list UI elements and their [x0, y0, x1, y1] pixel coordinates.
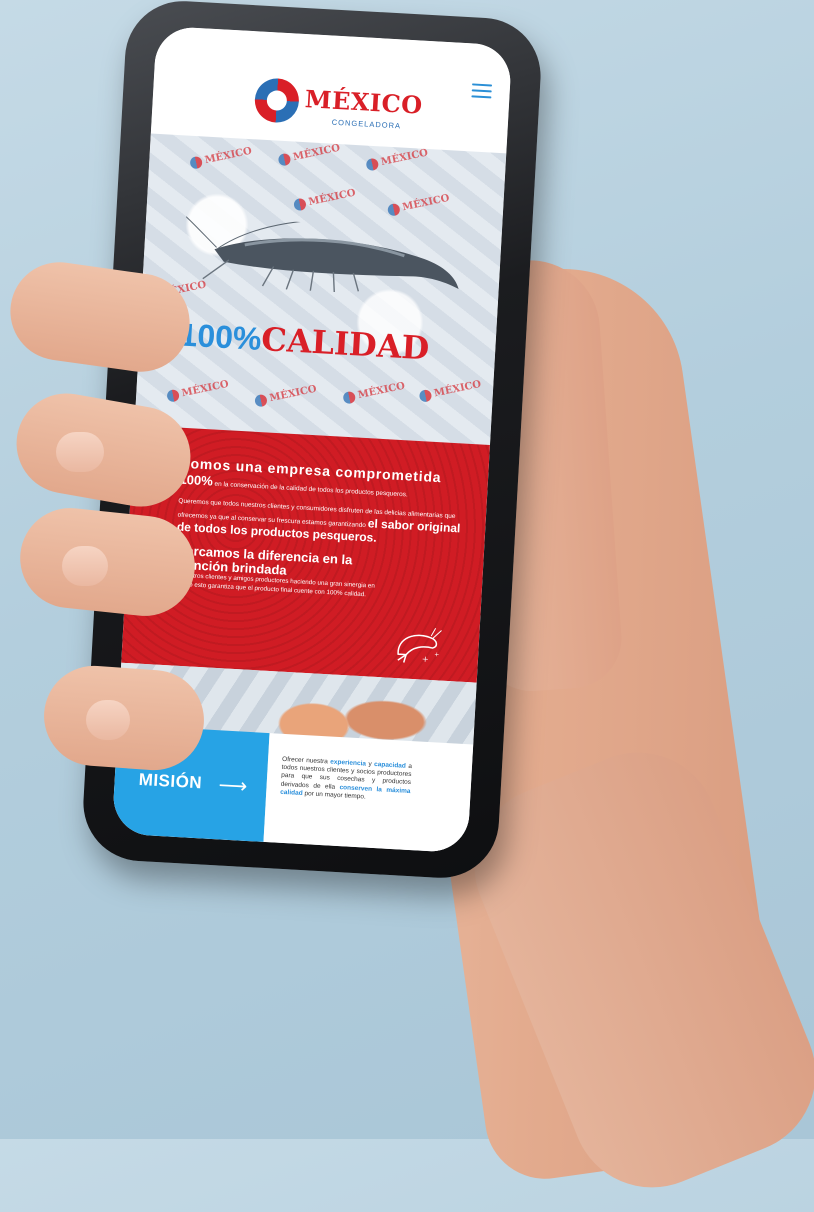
watermark-logo: MÉXICO [387, 192, 451, 217]
mission-text-box: Ofrecer nuestra experiencia y capacidad … [263, 733, 474, 854]
intro-paragraph: Queremos que todos nuestros clientes y c… [177, 497, 469, 550]
fingernail [56, 432, 104, 472]
shrimp-image [182, 215, 459, 293]
site-header: MÉXICO CONGELADORA [150, 25, 513, 154]
watermark-logo: MÉXICO [293, 187, 357, 212]
watermark-logo: MÉXICO [418, 378, 482, 403]
mission-highlight: capacidad [373, 760, 407, 770]
fingernail [86, 700, 130, 740]
watermark-logo: MÉXICO [342, 380, 406, 405]
watermark-logo: MÉXICO [365, 147, 429, 172]
hero-title-word: CALIDAD [260, 320, 431, 368]
watermark-logo: MÉXICO [254, 383, 318, 408]
logo-subtitle: CONGELADORA [331, 117, 402, 131]
mission-text: Ofrecer nuestra experiencia y capacidad … [280, 756, 412, 804]
logo[interactable]: MÉXICO CONGELADORA [253, 75, 426, 140]
arrow-right-icon: ⟶ [217, 774, 248, 798]
intro-headline-tail: en la conservación de la calidad de todo… [212, 480, 409, 499]
logo-mark-icon [253, 77, 301, 124]
shrimp-icon: + + [397, 627, 442, 664]
logo-title: MÉXICO [304, 84, 424, 120]
svg-text:+: + [422, 654, 429, 663]
fingernail [62, 546, 108, 586]
watermark-logo: MÉXICO [166, 378, 230, 403]
mission-label: MISIÓN [138, 769, 203, 793]
watermark-logo: MÉXICO [189, 145, 253, 170]
svg-text:+: + [434, 651, 439, 658]
hero-banner: MÉXICO MÉXICO MÉXICO MÉXICO MÉXICO MÉXIC… [134, 133, 507, 445]
hamburger-menu-icon[interactable] [471, 83, 493, 100]
watermark-logo: MÉXICO [277, 142, 341, 167]
hero-title-number: 100% [178, 316, 263, 357]
hero-title: 100%CALIDAD [179, 315, 431, 367]
